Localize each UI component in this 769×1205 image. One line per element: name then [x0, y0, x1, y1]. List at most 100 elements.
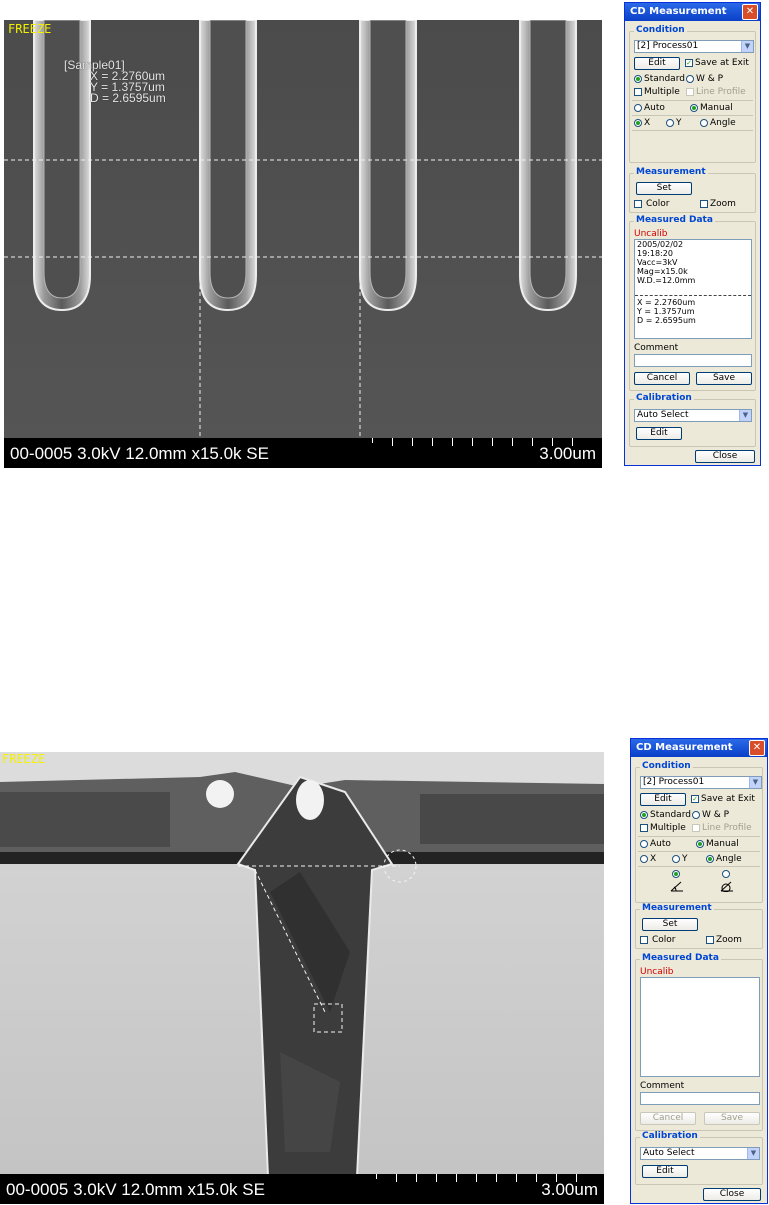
calibration-edit-button[interactable]: Edit: [636, 427, 682, 440]
x-radio[interactable]: [634, 119, 642, 127]
line-profile-checkbox: [686, 88, 694, 96]
calibration-value: Auto Select: [637, 410, 689, 420]
x-label: X: [644, 118, 651, 128]
process-select[interactable]: [2] Process01 ▼: [634, 40, 754, 53]
standard-radio[interactable]: [640, 811, 648, 819]
dialog-title-bar[interactable]: CD Measurement ✕: [625, 3, 760, 21]
line-profile-label: Line Profile: [702, 823, 752, 833]
y-label: Y: [676, 118, 682, 128]
comment-label: Comment: [640, 1081, 685, 1091]
save-button[interactable]: Save: [696, 372, 752, 385]
calibration-group: Calibration Auto Select ▼ Edit: [635, 1131, 763, 1185]
cancel-button[interactable]: Cancel: [634, 372, 690, 385]
measured-data-list[interactable]: [640, 977, 760, 1077]
color-label: Color: [646, 199, 670, 209]
close-button[interactable]: Close: [703, 1188, 761, 1201]
sem-info-bar: 00-0005 3.0kV 12.0mm x15.0k SE 3.00um: [0, 1174, 604, 1204]
cd-measurement-dialog-bottom: CD Measurement ✕ Condition [2] Process01…: [630, 738, 768, 1204]
close-button[interactable]: Close: [695, 450, 755, 463]
process-value: [2] Process01: [643, 777, 705, 787]
measurement-label: Measurement: [634, 167, 708, 177]
sem-info-bar: 00-0005 3.0kV 12.0mm x15.0k SE 3.00um: [4, 438, 602, 468]
multiple-label: Multiple: [650, 823, 686, 833]
color-checkbox[interactable]: [640, 936, 648, 944]
condition-label: Condition: [640, 761, 693, 771]
cancel-button[interactable]: Cancel: [640, 1112, 696, 1125]
process-value: [2] Process01: [637, 41, 699, 51]
measurement-group: Measurement Set Color Zoom: [635, 903, 763, 949]
x-radio[interactable]: [640, 855, 648, 863]
y-radio[interactable]: [666, 119, 674, 127]
x-label: X: [650, 854, 657, 864]
zoom-label: Zoom: [710, 199, 736, 209]
condition-edit-button[interactable]: Edit: [640, 793, 686, 806]
chevron-down-icon[interactable]: ▼: [741, 41, 753, 52]
set-button[interactable]: Set: [636, 182, 692, 195]
angle-mode-1-icon[interactable]: [670, 880, 684, 892]
save-at-exit-checkbox[interactable]: ✓: [691, 795, 699, 803]
sem-info-text: 00-0005 3.0kV 12.0mm x15.0k SE: [6, 1180, 265, 1199]
wp-radio[interactable]: [692, 811, 700, 819]
comment-input[interactable]: [640, 1092, 760, 1105]
color-checkbox[interactable]: [634, 200, 642, 208]
manual-radio[interactable]: [696, 840, 704, 848]
measured-data-list[interactable]: 2005/02/02 19:18:20 Vacc=3kV Mag=x15.0k …: [634, 239, 752, 339]
auto-radio[interactable]: [634, 104, 642, 112]
line-profile-label: Line Profile: [696, 87, 746, 97]
calibration-select[interactable]: Auto Select ▼: [634, 409, 752, 422]
calibration-value: Auto Select: [643, 1148, 695, 1158]
condition-edit-button[interactable]: Edit: [634, 57, 680, 70]
scale-label: 3.00um: [539, 444, 596, 463]
measured-data-group: Measured Data Uncalib 2005/02/02 19:18:2…: [629, 215, 756, 391]
close-icon[interactable]: ✕: [749, 740, 765, 756]
auto-radio[interactable]: [640, 840, 648, 848]
zoom-checkbox[interactable]: [706, 936, 714, 944]
calibration-select[interactable]: Auto Select ▼: [640, 1147, 760, 1160]
save-at-exit-checkbox[interactable]: ✓: [685, 59, 693, 67]
chevron-down-icon[interactable]: ▼: [747, 1148, 759, 1159]
dialog-title-bar[interactable]: CD Measurement ✕: [631, 739, 767, 757]
measurement-group: Measurement Set Color Zoom: [629, 167, 756, 213]
zoom-label: Zoom: [716, 935, 742, 945]
calibration-label: Calibration: [640, 1131, 700, 1141]
dialog-title: CD Measurement: [636, 742, 733, 753]
standard-radio[interactable]: [634, 75, 642, 83]
angle-label: Angle: [716, 854, 742, 864]
chevron-down-icon[interactable]: ▼: [739, 410, 751, 421]
y-label: Y: [682, 854, 688, 864]
multiple-label: Multiple: [644, 87, 680, 97]
angle-label: Angle: [710, 118, 736, 128]
wp-label: W & P: [696, 74, 724, 84]
auto-label: Auto: [644, 103, 665, 113]
comment-input[interactable]: [634, 354, 752, 367]
close-icon[interactable]: ✕: [742, 4, 758, 20]
angle-mode-2-icon[interactable]: [720, 880, 734, 892]
sem-info-text: 00-0005 3.0kV 12.0mm x15.0k SE: [10, 444, 269, 463]
angle-radio[interactable]: [706, 855, 714, 863]
y-radio[interactable]: [672, 855, 680, 863]
calibration-label: Calibration: [634, 393, 694, 403]
calibration-edit-button[interactable]: Edit: [642, 1165, 688, 1178]
angle-radio[interactable]: [700, 119, 708, 127]
manual-radio[interactable]: [690, 104, 698, 112]
measured-data-label: Measured Data: [634, 215, 715, 225]
sem-image-top[interactable]: FREEZE [Sample01] X = 2.2760um Y = 1.375…: [4, 20, 602, 468]
chevron-down-icon[interactable]: ▼: [749, 777, 761, 788]
uncalib-label: Uncalib: [640, 967, 674, 977]
freeze-label: FREEZE: [8, 22, 52, 36]
angle-mode-1-radio[interactable]: [672, 870, 680, 878]
manual-label: Manual: [700, 103, 733, 113]
comment-label: Comment: [634, 343, 679, 353]
multiple-checkbox[interactable]: [634, 88, 642, 96]
save-button[interactable]: Save: [704, 1112, 760, 1125]
process-select[interactable]: [2] Process01 ▼: [640, 776, 762, 789]
wp-radio[interactable]: [686, 75, 694, 83]
zoom-checkbox[interactable]: [700, 200, 708, 208]
sem-image-bottom[interactable]: FREEZE 00-0005 3.0kV 12.0mm x15.0k SE 3.…: [0, 752, 604, 1204]
readout-d: D = 2.6595um: [90, 91, 166, 105]
trench-2: [199, 20, 257, 312]
save-at-exit-label: Save at Exit: [695, 58, 749, 68]
multiple-checkbox[interactable]: [640, 824, 648, 832]
set-button[interactable]: Set: [642, 918, 698, 931]
angle-mode-2-radio[interactable]: [722, 870, 730, 878]
